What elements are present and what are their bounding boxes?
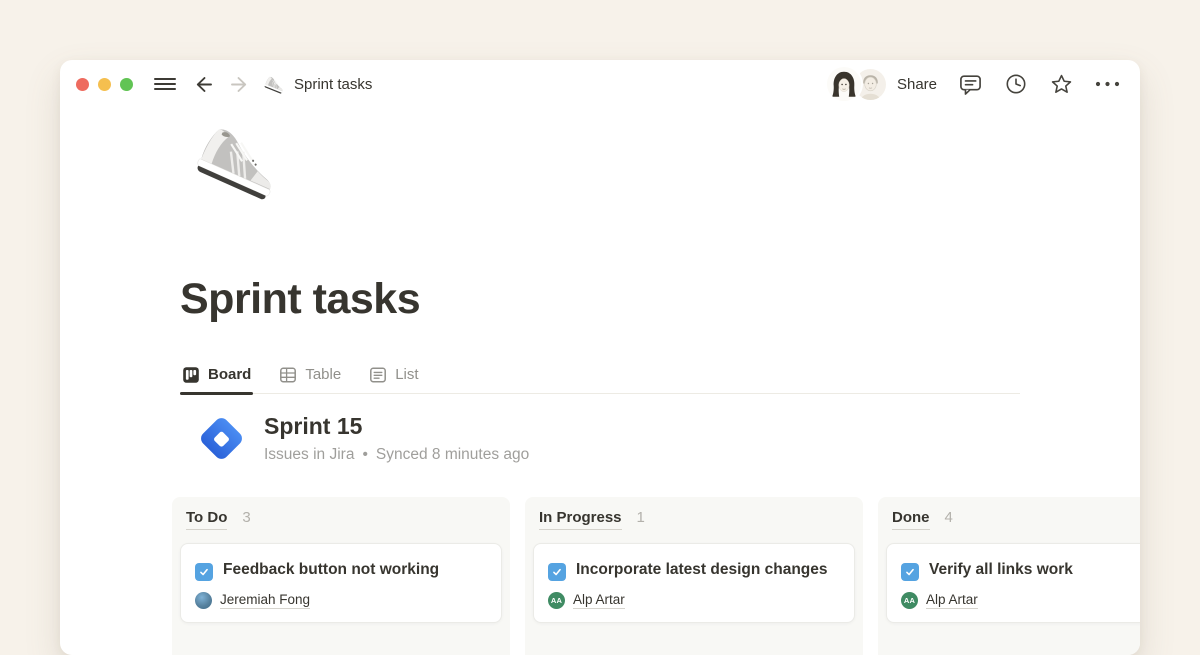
kanban-board: To Do 3 Feedback button not working Jere… — [172, 497, 1140, 655]
card-title-row: Incorporate latest design changes — [548, 557, 840, 583]
tab-table-label: Table — [305, 366, 341, 383]
card-design-changes[interactable]: Incorporate latest design changes AA Alp… — [533, 543, 855, 623]
back-button[interactable] — [191, 73, 214, 96]
database-header: Sprint 15 Issues in Jira • Synced 8 minu… — [196, 412, 529, 464]
card-verify-links[interactable]: Verify all links work AA Alp Artar — [886, 543, 1140, 623]
assignee-avatar — [195, 592, 212, 609]
list-view-icon — [369, 366, 387, 384]
arrow-right-icon — [229, 73, 252, 96]
assignee-chip[interactable]: Jeremiah Fong — [195, 592, 487, 609]
presence-avatars[interactable] — [827, 67, 885, 101]
board-view-icon — [182, 366, 200, 384]
assignee-avatar: AA — [901, 592, 918, 609]
tab-list[interactable]: List — [367, 356, 420, 393]
breadcrumb[interactable]: Sprint tasks — [264, 76, 372, 93]
share-button[interactable]: Share — [897, 76, 937, 93]
assignee-avatar: AA — [548, 592, 565, 609]
bullet-separator: • — [362, 446, 367, 464]
forward-button[interactable] — [229, 73, 252, 96]
clock-icon[interactable] — [1004, 72, 1028, 96]
column-name[interactable]: To Do — [186, 509, 227, 530]
column-header: To Do 3 — [180, 509, 502, 530]
ellipsis-icon[interactable] — [1095, 81, 1120, 87]
assignee-name: Alp Artar — [926, 592, 978, 609]
jira-logo-icon — [196, 413, 246, 463]
minimize-button[interactable] — [98, 78, 111, 91]
card-title-row: Feedback button not working — [195, 557, 487, 583]
column-done: Done 4 Verify all links work AA Alp Arta… — [878, 497, 1140, 655]
avatar-woman — [827, 67, 861, 101]
comment-icon[interactable] — [958, 72, 983, 97]
sneaker-icon — [262, 73, 287, 95]
assignee-name: Alp Artar — [573, 592, 625, 609]
table-view-icon — [279, 366, 297, 384]
tab-board[interactable]: Board — [180, 356, 253, 393]
column-header: In Progress 1 — [533, 509, 855, 530]
column-in-progress: In Progress 1 Incorporate latest design … — [525, 497, 863, 655]
database-synced-time: Synced 8 minutes ago — [376, 446, 529, 464]
close-button[interactable] — [76, 78, 89, 91]
database-source: Issues in Jira — [264, 446, 354, 464]
card-feedback-button[interactable]: Feedback button not working Jeremiah Fon… — [180, 543, 502, 623]
sidebar-toggle-button[interactable] — [154, 78, 176, 91]
column-name[interactable]: Done — [892, 509, 930, 530]
tab-list-label: List — [395, 366, 418, 383]
page-title[interactable]: Sprint tasks — [180, 274, 420, 324]
column-count: 3 — [242, 509, 250, 526]
tab-table[interactable]: Table — [277, 356, 343, 393]
column-header: Done 4 — [886, 509, 1140, 530]
page-icon-sneaker[interactable] — [176, 116, 290, 230]
tab-board-label: Board — [208, 366, 251, 383]
database-title[interactable]: Sprint 15 — [264, 412, 529, 441]
breadcrumb-title: Sprint tasks — [294, 76, 372, 93]
card-title-row: Verify all links work — [901, 557, 1140, 583]
column-name[interactable]: In Progress — [539, 509, 622, 530]
database-sync-status: Issues in Jira • Synced 8 minutes ago — [264, 446, 529, 464]
window-controls — [76, 78, 133, 91]
card-title: Verify all links work — [929, 561, 1073, 578]
topbar: Sprint tasks — [60, 60, 1140, 108]
assignee-name: Jeremiah Fong — [220, 592, 310, 609]
column-count: 4 — [945, 509, 953, 526]
checkbox-checked-icon[interactable] — [195, 563, 213, 581]
checkbox-checked-icon[interactable] — [548, 563, 566, 581]
checkbox-checked-icon[interactable] — [901, 563, 919, 581]
column-to-do: To Do 3 Feedback button not working Jere… — [172, 497, 510, 655]
arrow-left-icon — [191, 73, 214, 96]
card-title: Feedback button not working — [223, 561, 439, 578]
assignee-chip[interactable]: AA Alp Artar — [548, 592, 840, 609]
assignee-chip[interactable]: AA Alp Artar — [901, 592, 1140, 609]
zoom-button[interactable] — [120, 78, 133, 91]
column-count: 1 — [637, 509, 645, 526]
card-title: Incorporate latest design changes — [576, 561, 828, 578]
view-tabs: Board Table List — [180, 356, 1020, 394]
star-icon[interactable] — [1049, 72, 1074, 97]
app-window: Sprint tasks — [60, 60, 1140, 655]
